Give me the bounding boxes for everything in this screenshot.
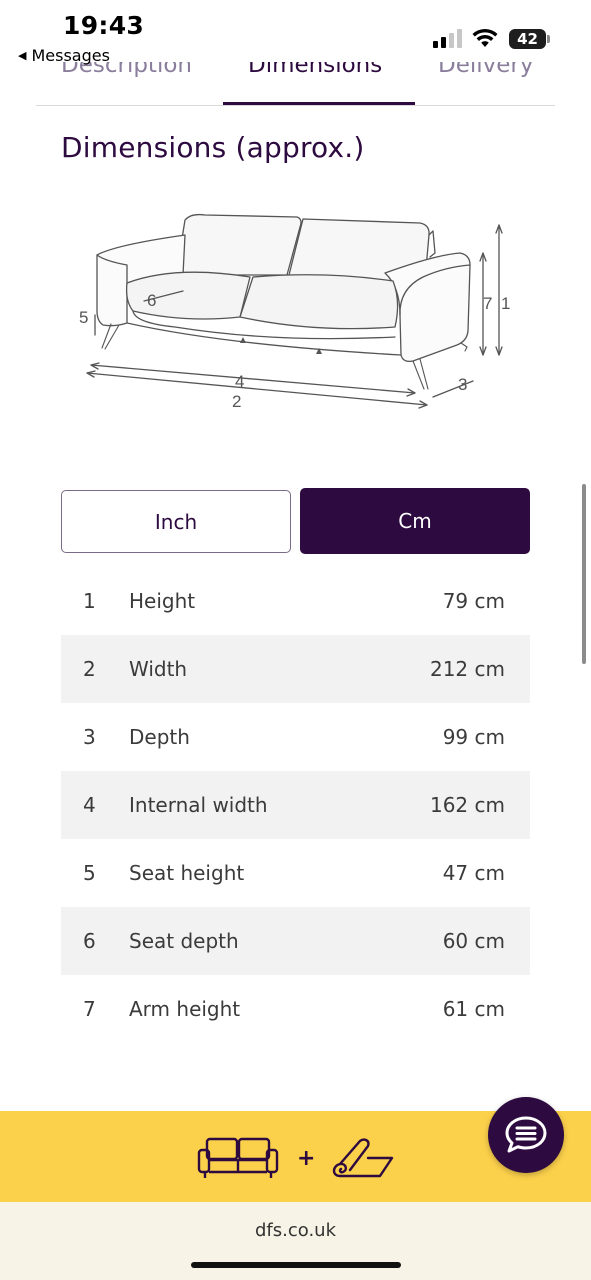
row-value: 212 cm (429, 657, 505, 681)
row-value: 162 cm (429, 793, 505, 817)
back-triangle-icon: ◀ (18, 49, 27, 62)
row-value: 47 cm (442, 861, 505, 885)
chat-button[interactable] (488, 1097, 564, 1173)
section-title: Dimensions (approx.) (61, 131, 365, 164)
row-label: Seat height (129, 861, 245, 885)
table-row: 4 Internal width 162 cm (61, 771, 530, 839)
sofa-dimension-diagram: 6 5 7 1 4 2 3 (79, 213, 510, 411)
battery-icon: 42 (509, 29, 550, 49)
status-time: 19:43 (63, 11, 145, 40)
unit-inch-button[interactable]: Inch (61, 490, 291, 553)
cellular-signal-icon (433, 28, 462, 48)
row-value: 79 cm (442, 589, 505, 613)
callout-6: 6 (147, 291, 156, 310)
browser-address-bar[interactable] (0, 1202, 591, 1280)
table-row: 2 Width 212 cm (61, 635, 530, 703)
dimensions-table: 1 Height 79 cm 2 Width 212 cm 3 Depth 99… (61, 567, 530, 1043)
row-label: Arm height (129, 997, 241, 1021)
back-label: Messages (31, 46, 110, 65)
chat-bubble-icon (505, 1116, 547, 1153)
promo-plus: + (297, 1146, 316, 1171)
callout-4: 4 (235, 372, 244, 391)
table-row: 7 Arm height 61 cm (61, 975, 530, 1043)
table-row: 3 Depth 99 cm (61, 703, 530, 771)
browser-url[interactable]: dfs.co.uk (0, 1220, 591, 1241)
row-number: 4 (83, 793, 96, 817)
back-to-messages[interactable]: ◀ Messages (18, 46, 110, 65)
active-tab-indicator (223, 102, 415, 105)
row-label: Height (129, 589, 196, 613)
row-value: 99 cm (442, 725, 505, 749)
status-bar: 19:43 ◀ Messages 42 (0, 0, 591, 65)
row-number: 3 (83, 725, 96, 749)
callout-5: 5 (79, 308, 88, 327)
table-row: 5 Seat height 47 cm (61, 839, 530, 907)
row-label: Seat depth (129, 929, 239, 953)
row-label: Internal width (129, 793, 268, 817)
wifi-icon (472, 28, 498, 47)
sofa-icon (197, 1137, 279, 1178)
row-label: Width (129, 657, 188, 681)
row-value: 61 cm (442, 997, 505, 1021)
callout-1: 1 (501, 294, 510, 313)
home-indicator[interactable] (191, 1262, 401, 1268)
row-number: 2 (83, 657, 96, 681)
callout-2: 2 (232, 392, 241, 411)
page-scrollbar[interactable] (582, 484, 586, 664)
row-label: Depth (129, 725, 190, 749)
row-number: 5 (83, 861, 96, 885)
table-row: 1 Height 79 cm (61, 567, 530, 635)
unit-cm-button[interactable]: Cm (300, 488, 530, 554)
callout-3: 3 (458, 375, 467, 394)
product-tabs: Description Dimensions Delivery (36, 58, 555, 106)
callout-7: 7 (483, 294, 492, 313)
table-row: 6 Seat depth 60 cm (61, 907, 530, 975)
row-number: 6 (83, 929, 96, 953)
row-value: 60 cm (442, 929, 505, 953)
rug-icon (332, 1138, 394, 1178)
row-number: 1 (83, 589, 96, 613)
row-number: 7 (83, 997, 96, 1021)
